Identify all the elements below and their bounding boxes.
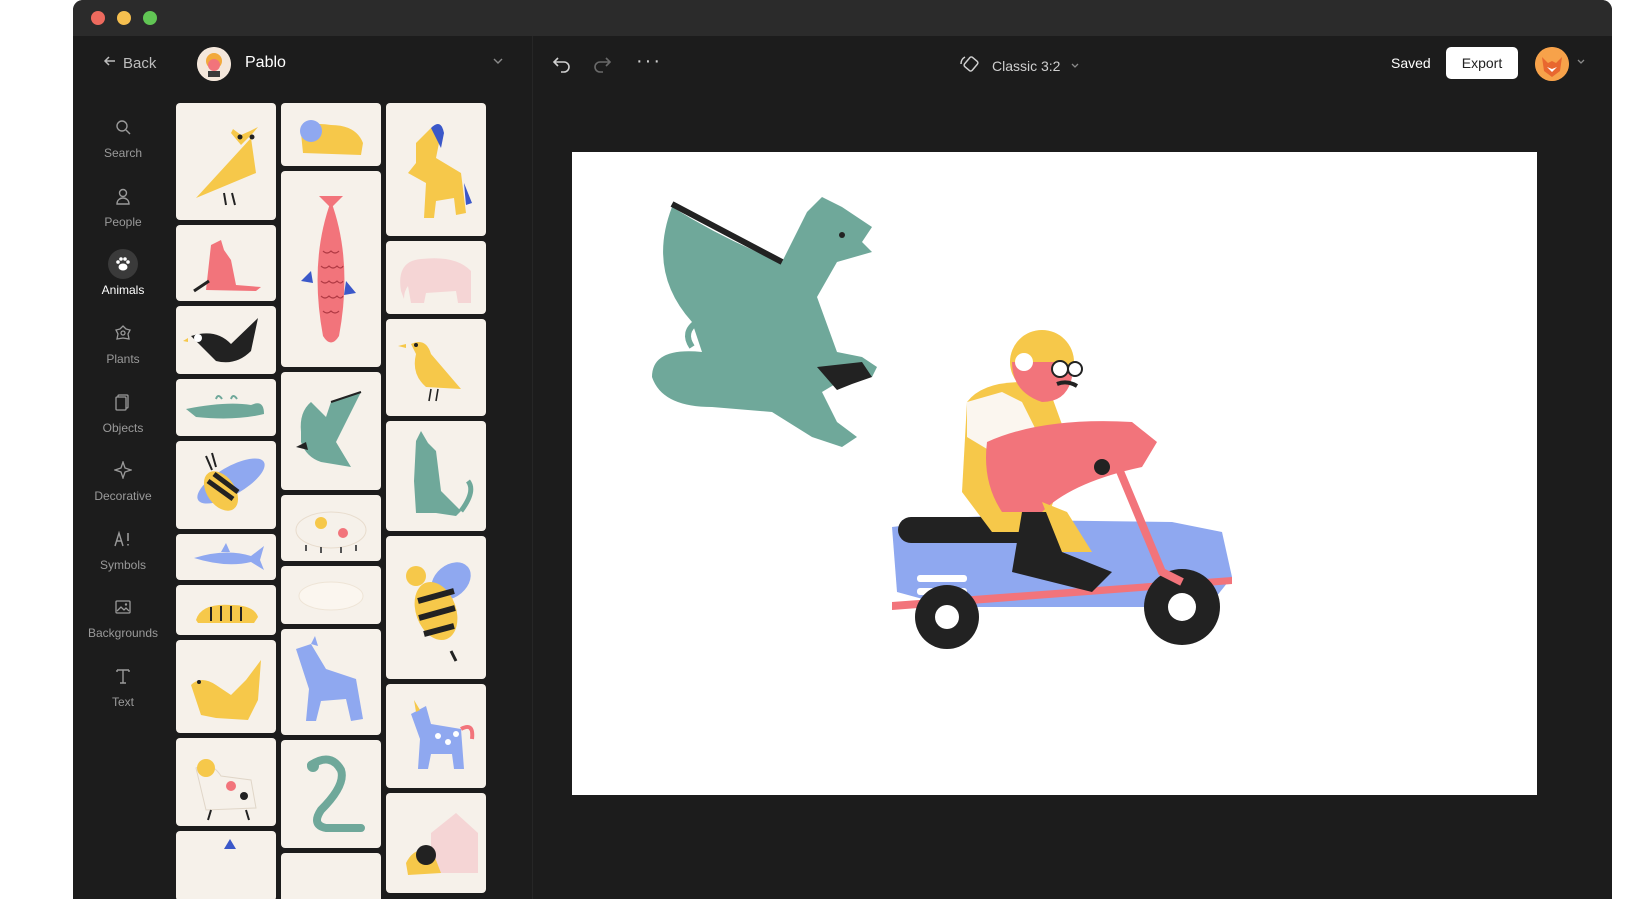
asset-dragon[interactable] bbox=[281, 372, 381, 490]
sidebar-item-label: Text bbox=[111, 695, 134, 709]
asset-dog[interactable] bbox=[176, 640, 276, 733]
asset-pig[interactable] bbox=[281, 495, 381, 561]
objects-icon bbox=[108, 387, 138, 417]
asset-dog-spotted[interactable] bbox=[176, 738, 276, 826]
top-toolbar: Back Pablo ··· Classic 3:2 Saved Export bbox=[73, 36, 1612, 92]
sidebar-item-label: Decorative bbox=[94, 489, 152, 503]
asset-fish[interactable] bbox=[281, 171, 381, 367]
sidebar-item-objects[interactable]: Objects bbox=[73, 387, 173, 457]
sidebar-item-label: Plants bbox=[106, 352, 140, 366]
sidebar-item-animals[interactable]: Animals bbox=[73, 249, 173, 319]
user-avatar[interactable] bbox=[1535, 47, 1569, 81]
asset-elephant[interactable] bbox=[386, 241, 486, 314]
maximize-window-button[interactable] bbox=[143, 11, 157, 25]
person-icon bbox=[108, 181, 138, 211]
asset-bee[interactable] bbox=[176, 441, 276, 529]
asset-library bbox=[173, 92, 532, 899]
sidebar-item-symbols[interactable]: Symbols bbox=[73, 524, 173, 594]
sparkle-icon bbox=[108, 455, 138, 485]
chevron-down-icon[interactable] bbox=[492, 54, 504, 72]
export-button[interactable]: Export bbox=[1446, 47, 1518, 79]
arrow-left-icon bbox=[103, 54, 117, 72]
title-bar bbox=[73, 0, 1612, 36]
asset-doghouse[interactable] bbox=[386, 793, 486, 893]
flower-icon bbox=[108, 318, 138, 348]
category-sidebar: Search People Animals Plants Objects Dec… bbox=[73, 92, 173, 899]
asset-lion[interactable] bbox=[281, 103, 381, 166]
close-window-button[interactable] bbox=[91, 11, 105, 25]
sidebar-item-decorative[interactable]: Decorative bbox=[73, 455, 173, 525]
format-selector[interactable]: Classic 3:2 bbox=[958, 52, 1080, 79]
image-icon bbox=[108, 592, 138, 622]
back-button[interactable]: Back bbox=[103, 54, 156, 72]
text-icon bbox=[108, 661, 138, 691]
asset-horse[interactable] bbox=[386, 103, 486, 236]
asset-shark[interactable] bbox=[176, 534, 276, 580]
undo-icon[interactable] bbox=[551, 52, 573, 79]
minimize-window-button[interactable] bbox=[117, 11, 131, 25]
asset-polar-bear[interactable] bbox=[281, 566, 381, 624]
more-options-button[interactable]: ··· bbox=[636, 50, 662, 73]
dragon-illustration[interactable] bbox=[652, 197, 877, 447]
symbols-icon bbox=[108, 524, 138, 554]
sidebar-item-backgrounds[interactable]: Backgrounds bbox=[73, 592, 173, 662]
asset-unicorn[interactable] bbox=[386, 684, 486, 788]
asset-snake[interactable] bbox=[281, 740, 381, 848]
asset-owl[interactable] bbox=[176, 103, 276, 220]
chevron-down-icon[interactable] bbox=[1576, 54, 1586, 72]
asset-fox[interactable] bbox=[176, 225, 276, 301]
sidebar-item-label: People bbox=[104, 215, 142, 229]
asset-partial-1[interactable] bbox=[176, 831, 276, 899]
back-label: Back bbox=[123, 54, 157, 72]
scooter-rider-illustration[interactable] bbox=[892, 330, 1232, 649]
search-icon bbox=[108, 112, 138, 142]
sidebar-item-text[interactable]: Text bbox=[73, 661, 173, 731]
asset-eagle[interactable] bbox=[176, 306, 276, 374]
asset-wolf[interactable] bbox=[281, 629, 381, 735]
asset-tiger[interactable] bbox=[176, 585, 276, 635]
asset-partial-2[interactable] bbox=[281, 853, 381, 899]
sidebar-item-people[interactable]: People bbox=[73, 181, 173, 251]
redo-icon[interactable] bbox=[591, 52, 613, 79]
paw-icon bbox=[108, 249, 138, 279]
canvas-area bbox=[533, 92, 1612, 899]
asset-crocodile[interactable] bbox=[176, 379, 276, 436]
sidebar-item-label: Objects bbox=[102, 421, 144, 435]
sidebar-item-search[interactable]: Search bbox=[73, 112, 173, 182]
asset-bee-large[interactable] bbox=[386, 536, 486, 679]
project-name[interactable]: Pablo bbox=[245, 54, 286, 72]
rotate-format-icon bbox=[958, 52, 982, 79]
sidebar-item-plants[interactable]: Plants bbox=[73, 318, 173, 388]
project-avatar[interactable] bbox=[197, 47, 231, 81]
sidebar-item-label: Animals bbox=[101, 283, 145, 297]
chevron-down-icon bbox=[1070, 58, 1080, 74]
save-status: Saved bbox=[1391, 55, 1431, 71]
app-window: Back Pablo ··· Classic 3:2 Saved Export … bbox=[73, 0, 1612, 899]
design-canvas[interactable] bbox=[572, 152, 1537, 795]
asset-cat[interactable] bbox=[386, 421, 486, 531]
sidebar-item-label: Backgrounds bbox=[87, 626, 159, 640]
asset-bird[interactable] bbox=[386, 319, 486, 416]
sidebar-item-label: Search bbox=[103, 146, 143, 160]
format-label: Classic 3:2 bbox=[992, 57, 1061, 74]
sidebar-item-label: Symbols bbox=[99, 558, 146, 572]
